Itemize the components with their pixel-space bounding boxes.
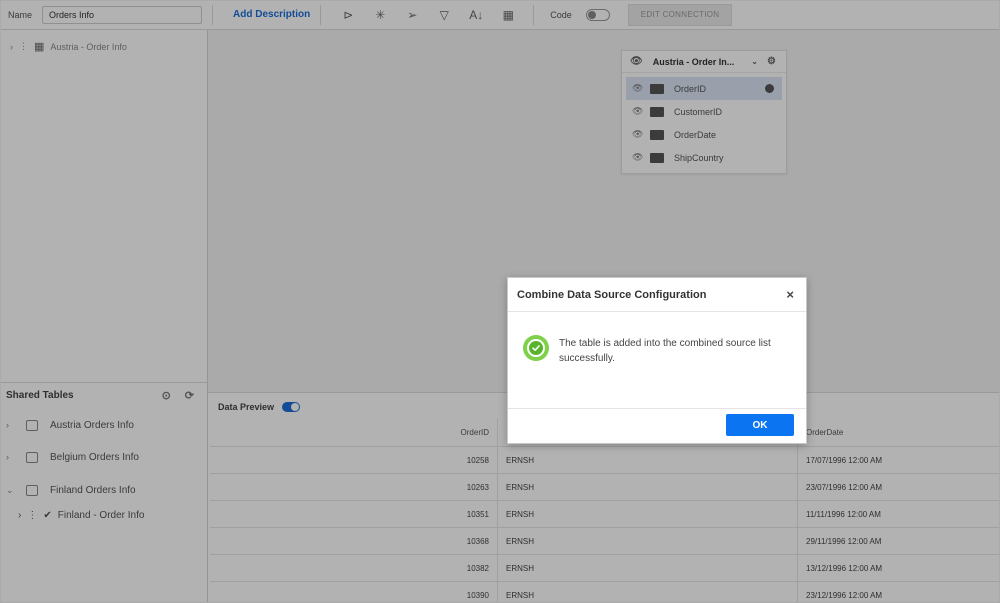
dialog-message: The table is added into the combined sou… xyxy=(559,338,771,364)
ok-button[interactable]: OK xyxy=(726,414,794,436)
dialog-header: Combine Data Source Configuration × xyxy=(508,278,806,312)
combine-data-source-dialog: Combine Data Source Configuration × The … xyxy=(507,277,807,444)
dialog-footer: OK xyxy=(508,409,806,443)
dialog-title: Combine Data Source Configuration xyxy=(517,288,707,301)
close-icon[interactable]: × xyxy=(786,288,794,301)
success-check-icon xyxy=(523,335,549,361)
modal-backdrop xyxy=(0,0,1000,603)
dialog-body: The table is added into the combined sou… xyxy=(508,312,806,409)
